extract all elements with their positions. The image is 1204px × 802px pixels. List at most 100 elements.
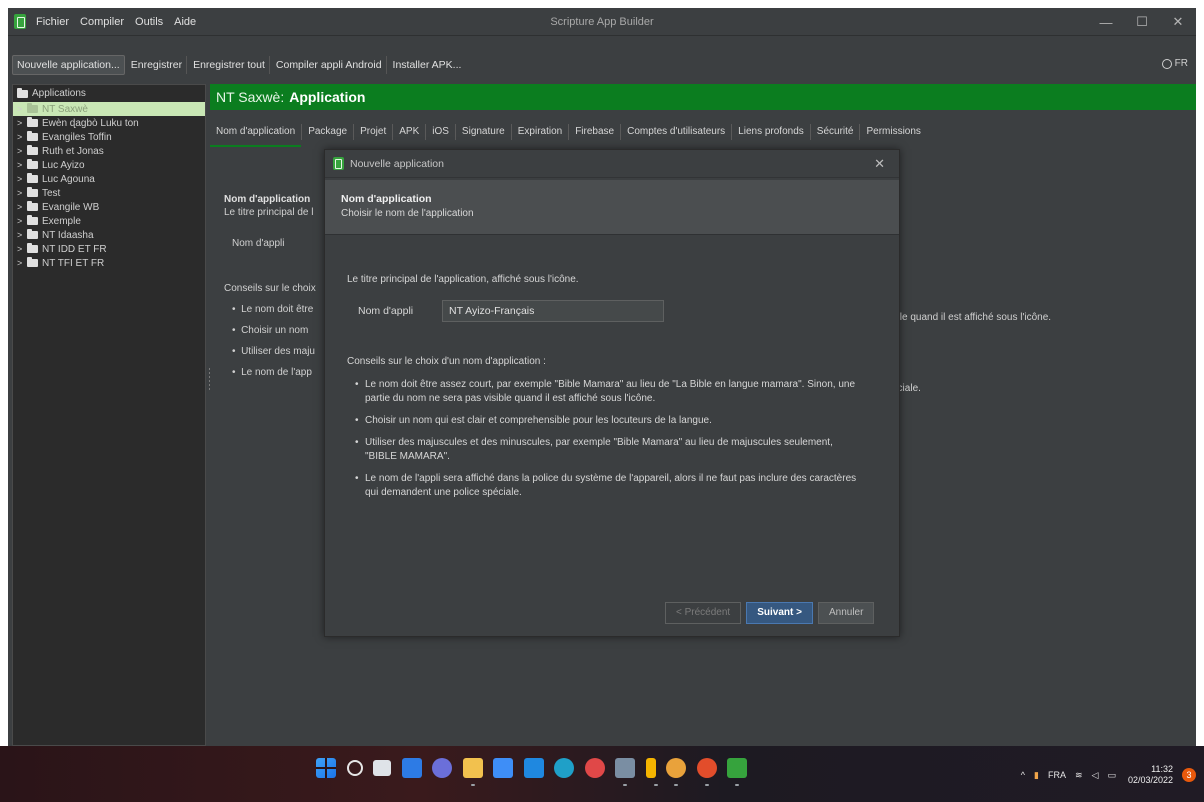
sidebar-item[interactable]: > Evangiles Toffin xyxy=(13,130,205,144)
chrome-icon[interactable] xyxy=(666,758,686,786)
tab-firebase[interactable]: Firebase xyxy=(569,124,622,140)
tab-permissions[interactable]: Permissions xyxy=(860,124,926,140)
chevron-right-icon[interactable]: > xyxy=(17,244,27,254)
app-icon-gray[interactable] xyxy=(615,758,635,786)
sidebar-item[interactable]: > Evangile WB xyxy=(13,200,205,214)
tab-security[interactable]: Sécurité xyxy=(811,124,861,140)
app-logo-icon xyxy=(14,14,26,29)
date: 02/03/2022 xyxy=(1127,775,1173,785)
dialog-title: Nouvelle application xyxy=(350,157,444,170)
edge-icon[interactable] xyxy=(554,758,574,778)
app-icon-yellow[interactable] xyxy=(645,758,658,786)
previous-button[interactable]: < Précédent xyxy=(665,602,742,624)
bg-section-title: Nom d'application xyxy=(224,194,311,205)
tip-item: Le nom doit être assez court, par exempl… xyxy=(355,378,865,406)
app-window: Fichier Compiler Outils Aide Scripture A… xyxy=(8,8,1196,746)
tab-deep-links[interactable]: Liens profonds xyxy=(732,124,811,140)
task-view-icon[interactable] xyxy=(373,760,391,776)
language-selector[interactable]: FR xyxy=(1161,58,1188,69)
chevron-right-icon[interactable]: > xyxy=(17,118,27,128)
tab-projet[interactable]: Projet xyxy=(354,124,394,140)
dialog-close-icon[interactable]: ✕ xyxy=(874,156,885,172)
screen: Fichier Compiler Outils Aide Scripture A… xyxy=(0,0,1204,802)
bg-bullet-text: Le nom doit être xyxy=(241,304,314,315)
sidebar-item[interactable]: > NT Saxwè xyxy=(13,102,205,116)
app-icon-orange[interactable] xyxy=(696,758,717,786)
app-name-label: Nom d'appli xyxy=(358,305,414,317)
taskbar-apps xyxy=(316,758,758,786)
dialog-buttons: < Précédent Suivant > Annuler xyxy=(665,602,879,624)
windows-start-icon[interactable] xyxy=(316,758,336,778)
sidebar-item[interactable]: > Ewèn ɖagbò Luku ton xyxy=(13,116,205,130)
input-language[interactable]: FRA xyxy=(1048,770,1066,780)
bg-tips-title: Conseils sur le choix xyxy=(224,283,316,294)
app-name-input[interactable]: NT Ayizo-Français xyxy=(442,300,664,322)
chevron-right-icon[interactable]: > xyxy=(17,188,27,198)
widgets-icon[interactable] xyxy=(401,758,422,778)
menu-outils[interactable]: Outils xyxy=(135,16,163,28)
bg-bullet-text: Utiliser des maju xyxy=(241,346,315,357)
microphone-icon[interactable]: ▮ xyxy=(1034,770,1039,781)
sidebar-item[interactable]: > NT TFI ET FR xyxy=(13,256,205,270)
chevron-right-icon[interactable]: > xyxy=(17,174,27,184)
sidebar-item[interactable]: > Test xyxy=(13,186,205,200)
header-project-name: NT Saxwè: xyxy=(216,89,285,105)
menu-compiler[interactable]: Compiler xyxy=(80,16,124,28)
cancel-button[interactable]: Annuler xyxy=(817,602,875,624)
tab-signature[interactable]: Signature xyxy=(456,124,512,140)
sidebar-item[interactable]: > NT IDD ET FR xyxy=(13,242,205,256)
chevron-right-icon[interactable]: > xyxy=(17,216,27,226)
bg-bullet-3: • Utiliser des maju xyxy=(232,346,315,357)
store-icon[interactable] xyxy=(493,758,513,778)
dialog-app-icon xyxy=(333,157,344,170)
new-application-button[interactable]: Nouvelle application... xyxy=(12,55,125,75)
next-button[interactable]: Suivant > xyxy=(746,602,813,624)
save-button[interactable]: Enregistrer xyxy=(127,56,188,74)
menu-aide[interactable]: Aide xyxy=(174,16,196,28)
install-apk-button[interactable]: Installer APK... xyxy=(389,56,466,74)
chevron-up-icon[interactable]: ^ xyxy=(1021,770,1025,780)
clock[interactable]: 11:32 02/03/2022 xyxy=(1128,764,1173,786)
sidebar-item[interactable]: > Luc Ayizo xyxy=(13,158,205,172)
dialog-step-title: Nom d'application xyxy=(341,193,432,205)
sidebar-item[interactable]: > NT Idaasha xyxy=(13,228,205,242)
maximize-button[interactable]: ☐ xyxy=(1124,14,1160,30)
chevron-right-icon[interactable]: > xyxy=(17,146,27,156)
scripture-app-builder-icon[interactable] xyxy=(727,758,747,786)
volume-icon[interactable]: ◁ xyxy=(1092,770,1099,781)
app-name-row: Nom d'appli NT Ayizo-Français xyxy=(358,300,664,322)
app-icon-red[interactable] xyxy=(584,758,605,778)
wifi-icon[interactable]: ≋ xyxy=(1075,770,1083,781)
tab-nom-application[interactable]: Nom d'application xyxy=(210,124,303,147)
mail-icon[interactable] xyxy=(523,758,544,778)
chevron-right-icon[interactable]: > xyxy=(17,258,27,268)
build-android-button[interactable]: Compiler appli Android xyxy=(272,56,387,74)
tree-root[interactable]: Applications xyxy=(13,85,205,102)
chevron-right-icon[interactable]: > xyxy=(17,202,27,212)
sidebar-item[interactable]: > Exemple xyxy=(13,214,205,228)
sidebar-item-label: Evangiles Toffin xyxy=(42,131,112,143)
close-button[interactable]: ✕ xyxy=(1160,14,1196,30)
tab-user-accounts[interactable]: Comptes d'utilisateurs xyxy=(621,124,733,140)
tab-package[interactable]: Package xyxy=(302,124,355,140)
notification-badge[interactable]: 3 xyxy=(1182,768,1196,782)
chat-icon[interactable] xyxy=(432,758,452,778)
sidebar-item[interactable]: > Luc Agouna xyxy=(13,172,205,186)
dialog-header: Nom d'application Choisir le nom de l'ap… xyxy=(325,180,899,234)
menu-fichier[interactable]: Fichier xyxy=(36,16,69,28)
chevron-right-icon[interactable]: > xyxy=(17,104,27,114)
bg-field-label: Nom d'appli xyxy=(232,238,285,249)
chevron-right-icon[interactable]: > xyxy=(17,230,27,240)
tab-apk[interactable]: APK xyxy=(393,124,427,140)
file-explorer-icon[interactable] xyxy=(462,758,483,786)
sidebar-item[interactable]: > Ruth et Jonas xyxy=(13,144,205,158)
search-icon[interactable] xyxy=(346,760,363,776)
tab-expiration[interactable]: Expiration xyxy=(512,124,570,140)
minimize-button[interactable]: — xyxy=(1088,15,1124,30)
battery-icon[interactable]: ▭ xyxy=(1107,770,1116,781)
chevron-right-icon[interactable]: > xyxy=(17,132,27,142)
new-application-dialog: Nouvelle application ✕ Nom d'application… xyxy=(324,149,900,637)
chevron-right-icon[interactable]: > xyxy=(17,160,27,170)
save-all-button[interactable]: Enregistrer tout xyxy=(189,56,270,74)
tab-ios[interactable]: iOS xyxy=(426,124,456,140)
